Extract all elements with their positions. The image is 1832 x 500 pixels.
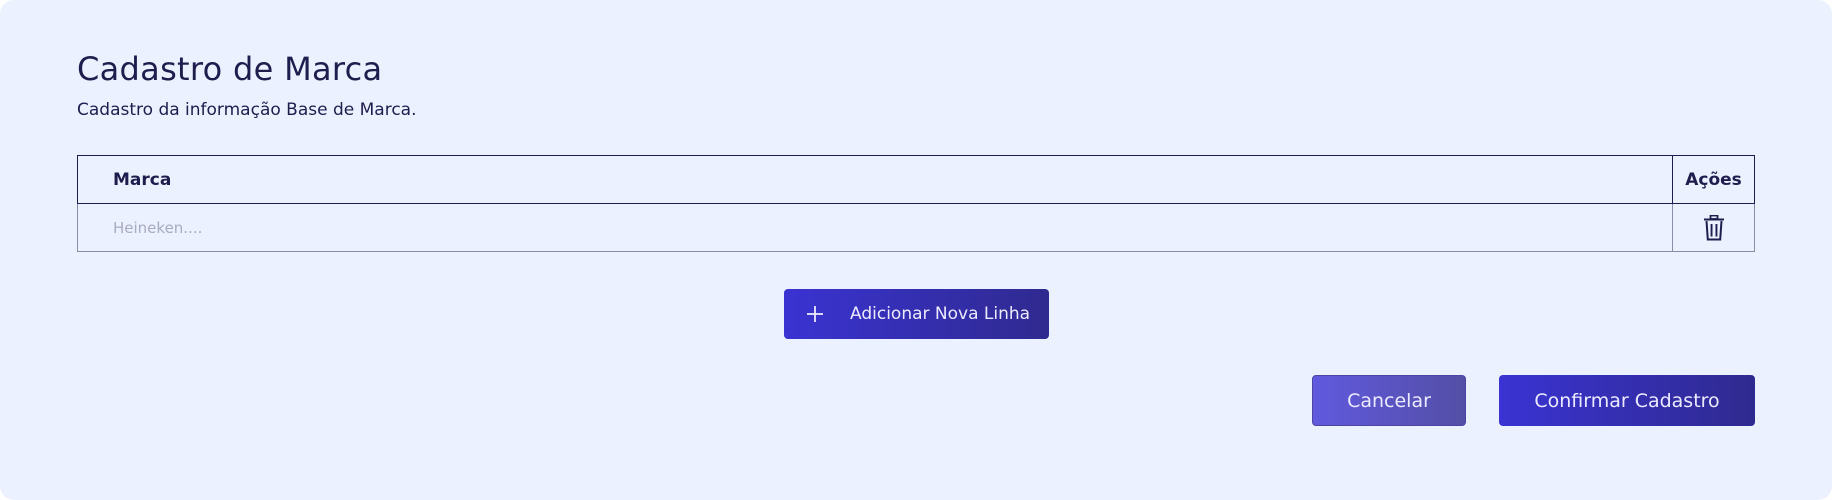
form-panel: Cadastro de Marca Cadastro da informação…: [0, 0, 1832, 500]
column-header-acoes: Ações: [1672, 156, 1754, 203]
trash-icon: [1703, 214, 1725, 241]
table-row: [77, 204, 1755, 252]
marca-cell: [78, 204, 1672, 251]
plus-icon: [806, 305, 824, 323]
add-row-label: Adicionar Nova Linha: [850, 304, 1031, 324]
brand-table: Marca Ações: [77, 155, 1755, 252]
acoes-cell: [1672, 204, 1754, 251]
cancel-button[interactable]: Cancelar: [1312, 375, 1466, 426]
table-header: Marca Ações: [77, 155, 1755, 204]
add-row-button[interactable]: Adicionar Nova Linha: [784, 289, 1049, 339]
delete-row-button[interactable]: [1698, 212, 1730, 244]
marca-input[interactable]: [113, 218, 1672, 237]
column-header-marca: Marca: [113, 169, 172, 190]
confirm-button[interactable]: Confirmar Cadastro: [1499, 375, 1755, 426]
page-title: Cadastro de Marca: [77, 50, 383, 88]
page-subtitle: Cadastro da informação Base de Marca.: [77, 100, 417, 120]
